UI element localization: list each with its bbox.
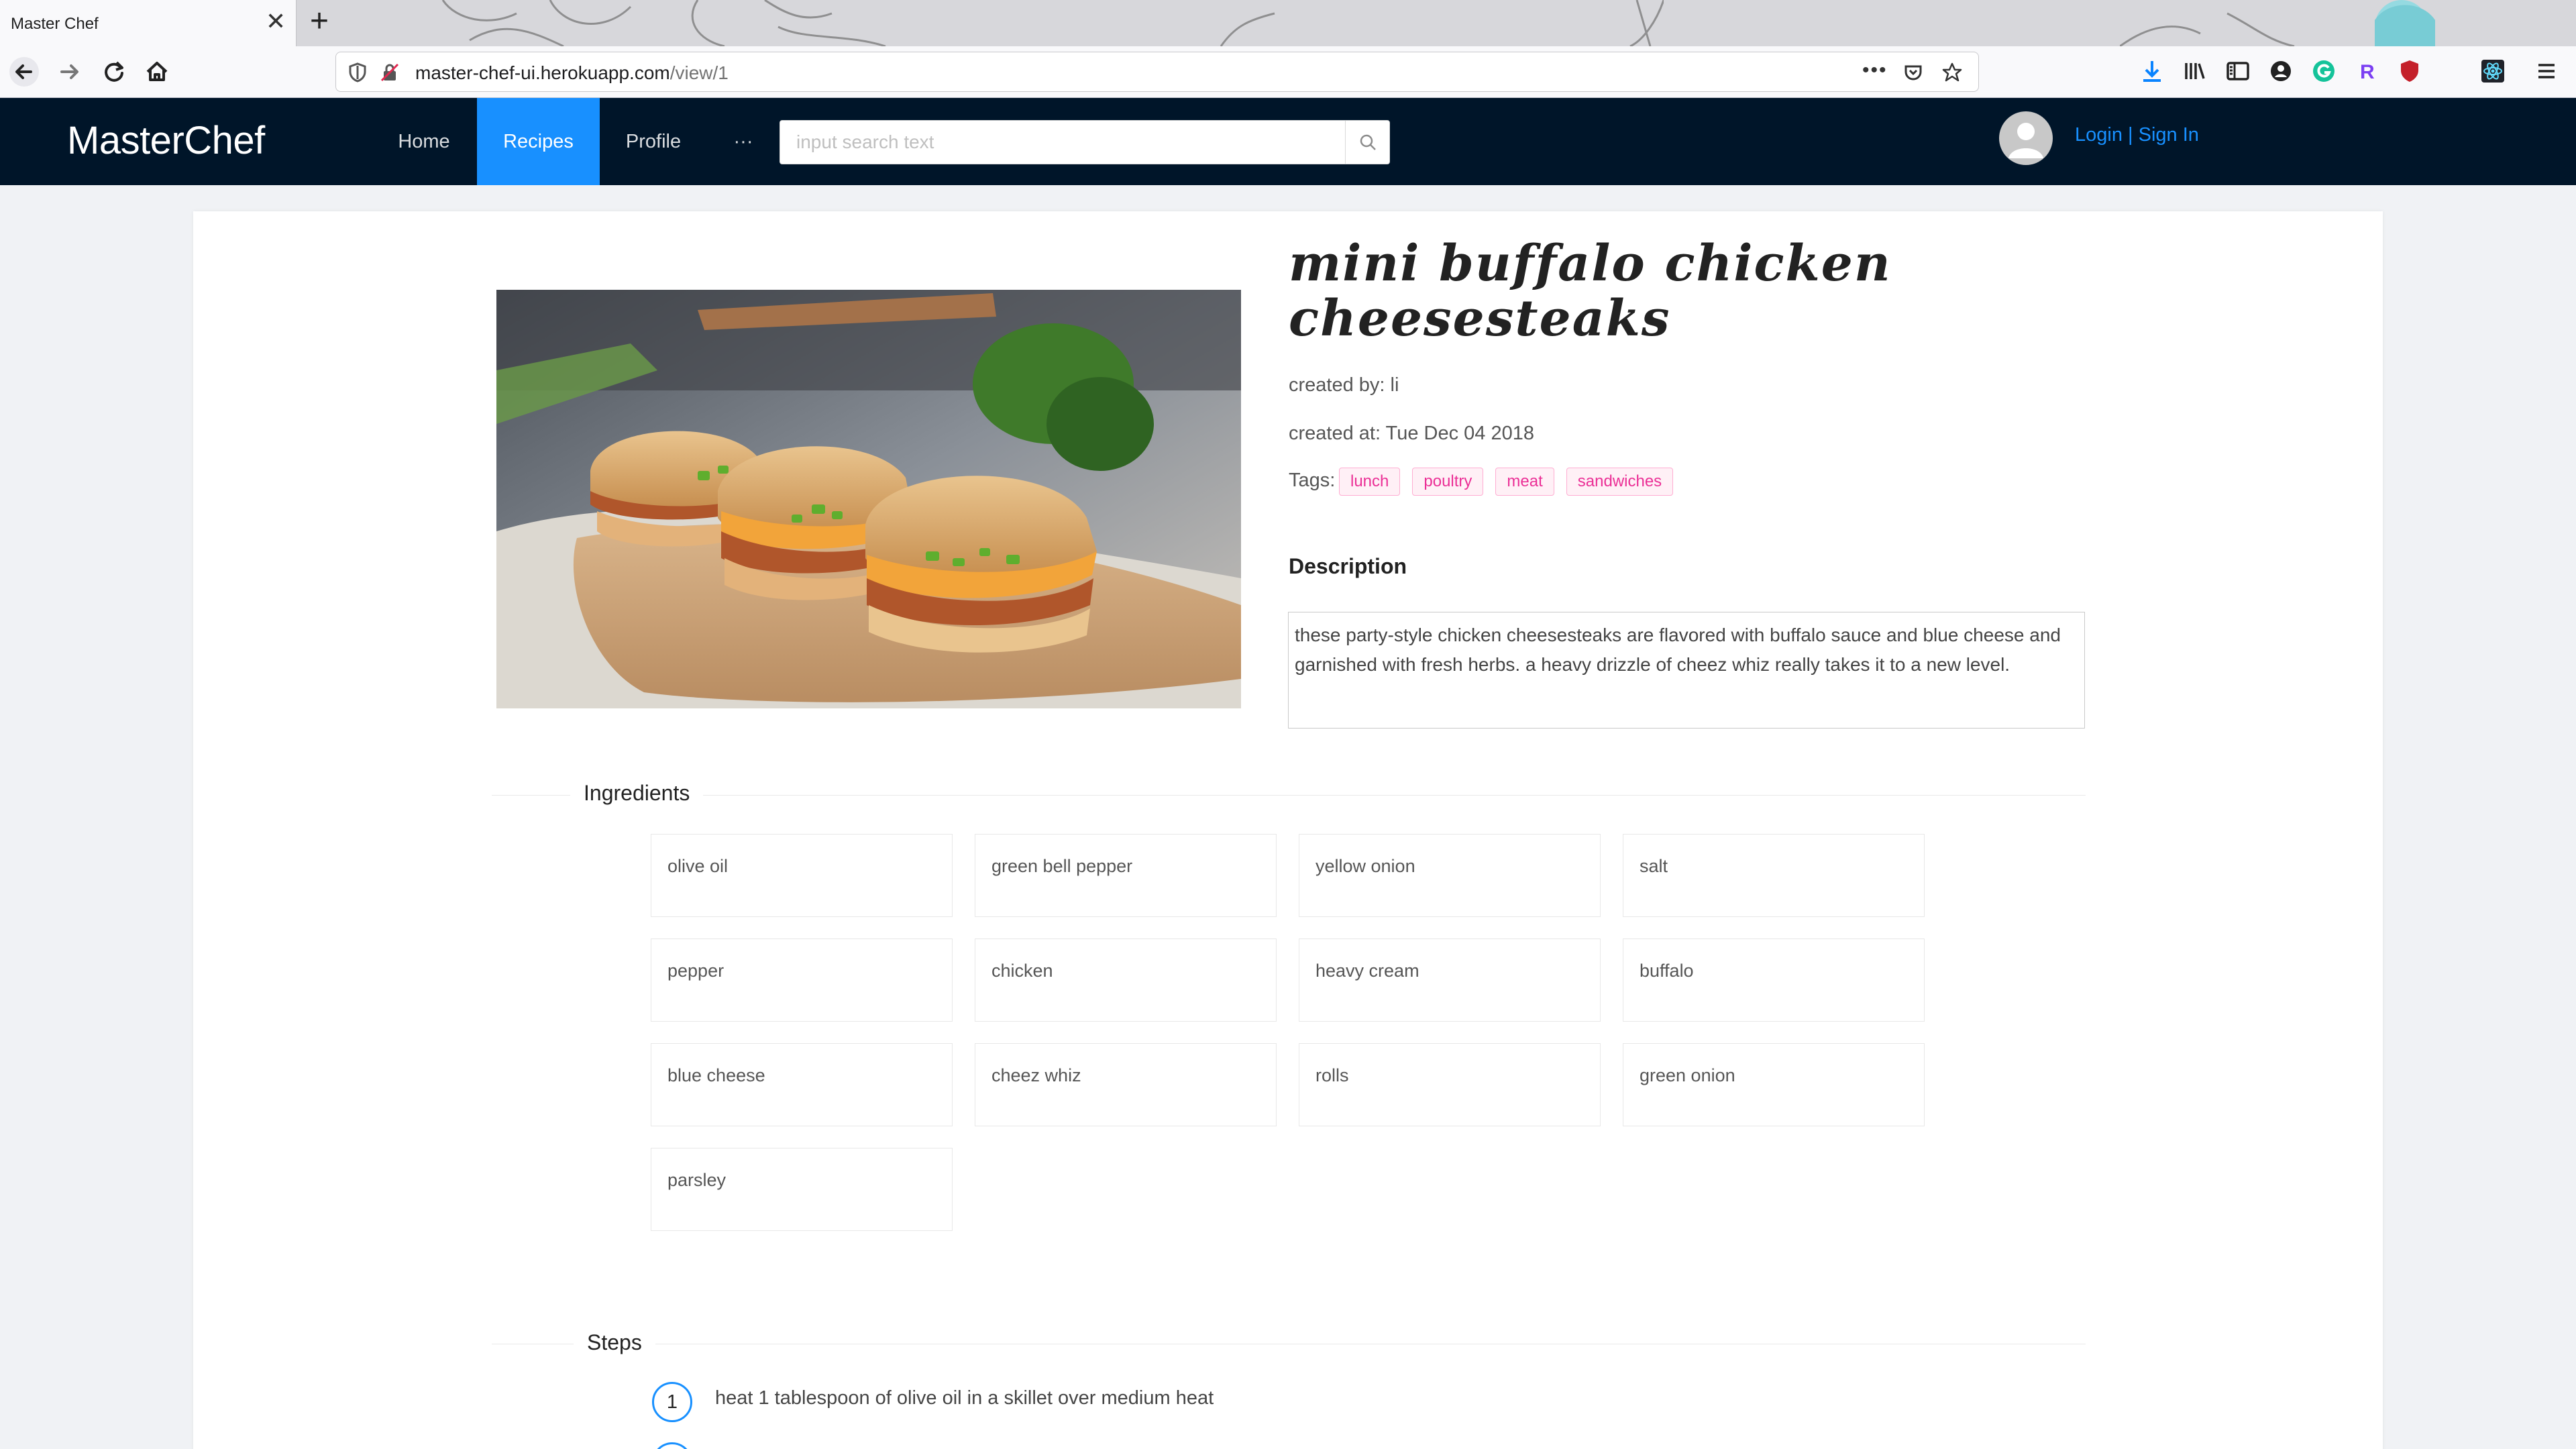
insecure-lock-icon[interactable] <box>379 62 400 83</box>
menu-item-home[interactable]: Home <box>377 98 471 185</box>
ingredient-item: blue cheese <box>651 1043 953 1126</box>
brand-logo[interactable]: MasterChef <box>67 118 265 163</box>
close-tab-icon[interactable]: ✕ <box>266 9 286 34</box>
menu-overflow-button[interactable]: ··· <box>718 98 769 185</box>
step-text: heat 1 tablespoon of olive oil in a skil… <box>715 1387 1214 1409</box>
auth-separator: | <box>2128 124 2133 146</box>
ingredient-item: parsley <box>651 1148 953 1231</box>
ingredient-item: heavy cream <box>1299 938 1601 1022</box>
ingredients-divider <box>492 795 2086 796</box>
extension-r-icon[interactable]: R <box>2353 58 2380 85</box>
recipe-title: mini buffalo chicken cheesesteaks <box>1289 235 1892 347</box>
url-host: master-chef-ui.herokuapp.com <box>415 62 670 83</box>
new-tab-button[interactable]: + <box>310 5 329 38</box>
tag-list: lunch poultry meat sandwiches <box>1339 468 1685 497</box>
address-bar[interactable]: master-chef-ui.herokuapp.com/view/1 ••• <box>335 52 1979 92</box>
bookmark-star-icon[interactable] <box>1941 62 1963 83</box>
auth-links: Login | Sign In <box>2075 124 2199 146</box>
theme-artwork-icon <box>441 0 886 46</box>
tag-poultry[interactable]: poultry <box>1412 468 1484 496</box>
forward-icon[interactable] <box>54 56 86 88</box>
step-number: 1 <box>652 1382 692 1422</box>
menu-item-recipes[interactable]: Recipes <box>477 98 600 185</box>
ingredient-item: olive oil <box>651 834 953 917</box>
menu-item-profile[interactable]: Profile <box>606 98 700 185</box>
tag-meat[interactable]: meat <box>1495 468 1554 496</box>
account-icon[interactable] <box>2267 58 2294 85</box>
sidebar-icon[interactable] <box>2224 58 2251 85</box>
ingredient-item: green bell pepper <box>975 834 1277 917</box>
ingredients-heading: Ingredients <box>570 781 704 806</box>
ublock-icon[interactable] <box>2396 58 2423 85</box>
description-heading: Description <box>1289 554 1407 578</box>
search-button[interactable] <box>1345 121 1389 164</box>
ingredient-item: pepper <box>651 938 953 1022</box>
url-text[interactable]: master-chef-ui.herokuapp.com/view/1 <box>415 62 729 84</box>
ingredient-item: green onion <box>1623 1043 1925 1126</box>
browser-tab[interactable]: Master Chef ✕ <box>0 0 297 46</box>
shield-icon[interactable] <box>347 62 368 83</box>
ingredient-item: salt <box>1623 834 1925 917</box>
created-at: created at: Tue Dec 04 2018 <box>1289 423 1534 444</box>
react-devtools-icon[interactable] <box>2479 58 2506 85</box>
ingredient-item: yellow onion <box>1299 834 1601 917</box>
tab-title: Master Chef <box>11 15 99 33</box>
search-box <box>780 120 1390 164</box>
created-by: created by: li <box>1289 374 1399 396</box>
sandwich-photo-icon <box>496 290 1241 708</box>
browser-tab-bar: Master Chef ✕ + <box>0 0 2576 47</box>
recipe-photo <box>496 290 1241 708</box>
avatar[interactable] <box>1999 111 2053 165</box>
reload-icon[interactable] <box>98 56 130 88</box>
download-icon[interactable] <box>2139 58 2165 85</box>
pocket-icon[interactable] <box>1902 62 1924 83</box>
ingredient-item: chicken <box>975 938 1277 1022</box>
user-icon <box>2008 123 2043 158</box>
description-text: these party-style chicken cheesesteaks a… <box>1288 612 2085 729</box>
ingredient-item: cheez whiz <box>975 1043 1277 1126</box>
svg-text:R: R <box>2360 61 2375 83</box>
steps-heading: Steps <box>574 1330 655 1355</box>
theme-artwork-icon <box>2120 0 2435 46</box>
tag-lunch[interactable]: lunch <box>1339 468 1401 496</box>
url-path: /view/1 <box>669 62 729 83</box>
theme-artwork-icon <box>1220 0 1664 46</box>
home-icon[interactable] <box>141 56 173 88</box>
tag-sandwiches[interactable]: sandwiches <box>1566 468 1674 496</box>
back-icon[interactable] <box>8 56 40 88</box>
library-icon[interactable] <box>2182 58 2208 85</box>
hamburger-menu-icon[interactable] <box>2533 58 2560 85</box>
signin-link[interactable]: Sign In <box>2139 124 2199 146</box>
search-input[interactable] <box>780 121 1345 164</box>
grammarly-icon[interactable] <box>2310 58 2337 85</box>
tags-label: Tags: <box>1289 470 1336 491</box>
ingredient-item: rolls <box>1299 1043 1601 1126</box>
page-actions-icon[interactable]: ••• <box>1862 59 1888 82</box>
search-icon <box>1360 134 1376 150</box>
ingredient-item: buffalo <box>1623 938 1925 1022</box>
login-link[interactable]: Login <box>2075 124 2123 146</box>
